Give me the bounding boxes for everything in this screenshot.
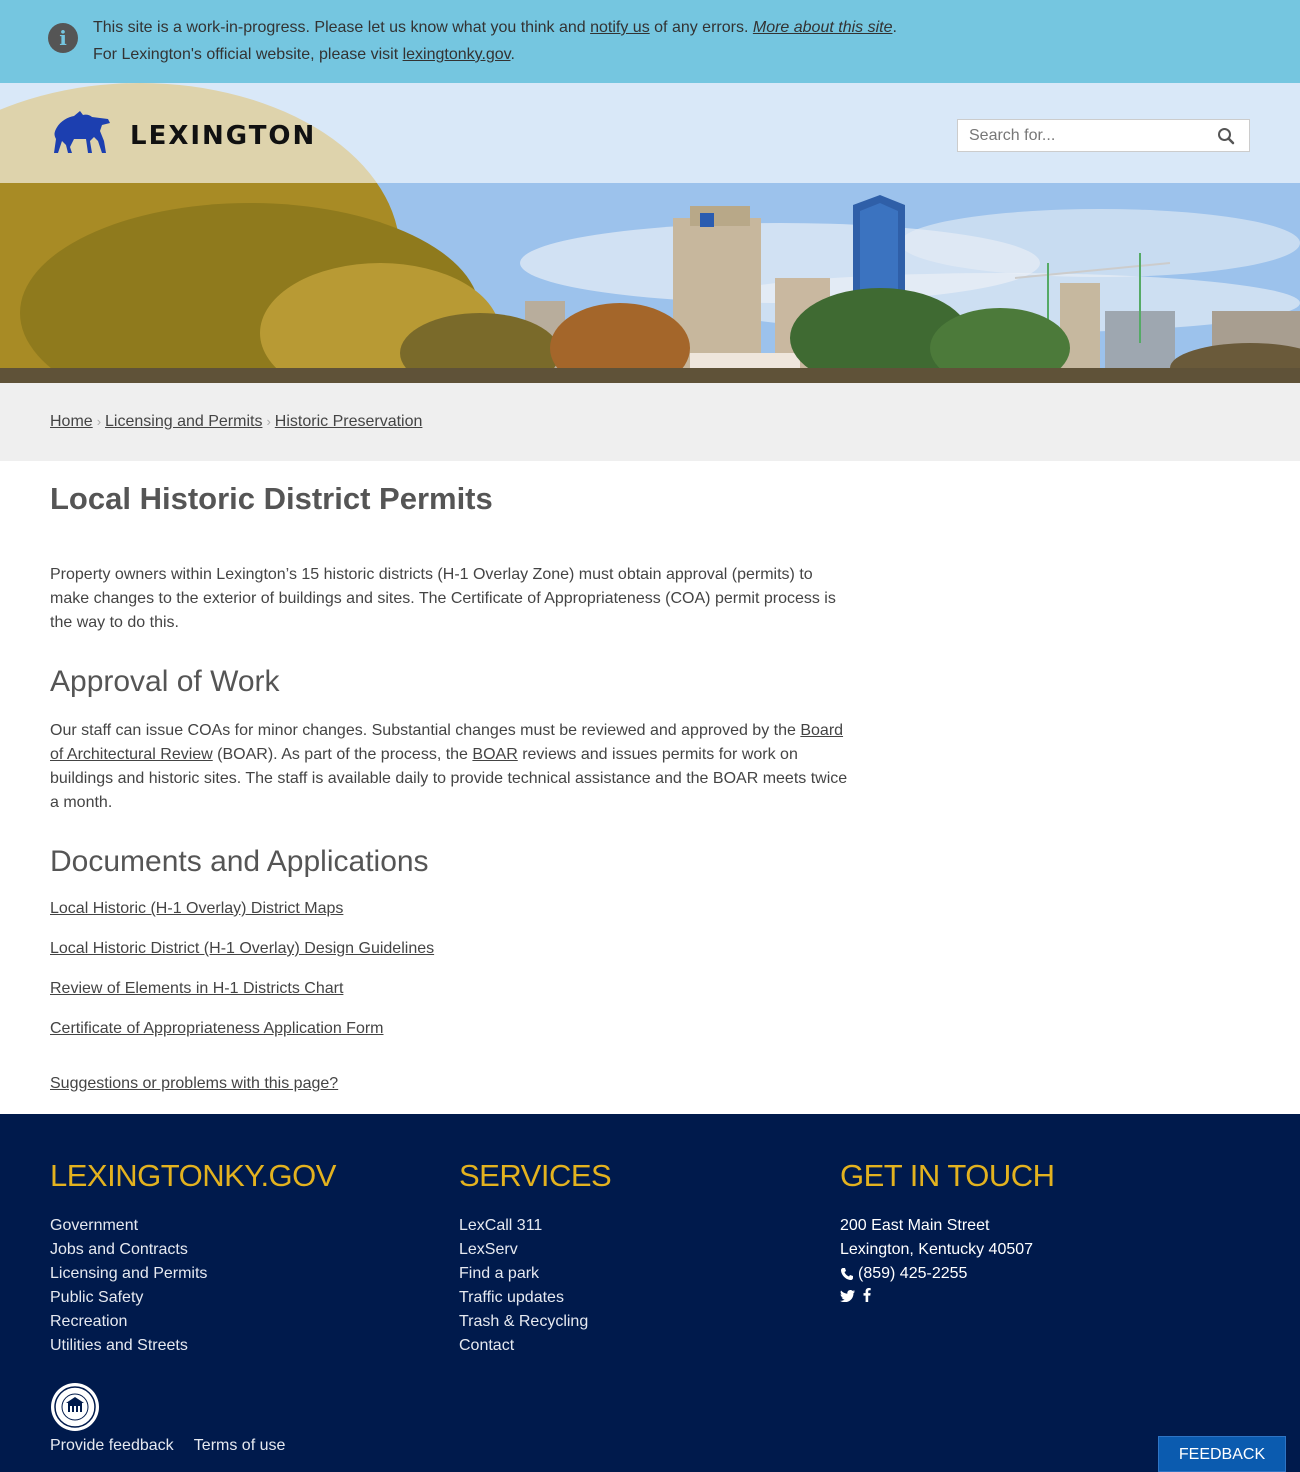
info-icon: i [48, 23, 78, 53]
footer-link-contact[interactable]: Contact [459, 1334, 611, 1358]
footer-link-licensing-and-permits[interactable]: Licensing and Permits [50, 1262, 336, 1286]
contact-info: 200 East Main Street Lexington, Kentucky… [840, 1214, 1054, 1310]
documents-heading: Documents and Applications [50, 845, 429, 878]
alert-text: . [510, 46, 515, 63]
phone-icon [841, 1268, 853, 1280]
alert-banner: i This site is a work-in-progress. Pleas… [0, 0, 1300, 83]
breadcrumb-bar: Home › Licensing and Permits › Historic Pres… [0, 383, 1300, 461]
lexington-logo[interactable]: LEXINGTON [50, 107, 314, 159]
footer-bottom-links: Provide feedback Terms of use [50, 1437, 301, 1455]
county-seal-icon [51, 1383, 99, 1431]
footer-link-jobs-and-contracts[interactable]: Jobs and Contracts [50, 1238, 336, 1262]
list-item: Local Historic (H-1 Overlay) District Ma… [50, 900, 434, 940]
alert-line-2: For Lexington's official website, please… [93, 46, 515, 64]
footer-link-lexserv[interactable]: LexServ [459, 1238, 611, 1262]
address-line-1: 200 East Main Street [840, 1217, 990, 1234]
provide-feedback-link[interactable]: Provide feedback [50, 1437, 174, 1454]
paragraph-text: (BOAR). As part of the process, the [212, 746, 473, 763]
footer-link-government[interactable]: Government [50, 1214, 336, 1238]
search-box [957, 119, 1250, 152]
facebook-icon[interactable] [863, 1286, 871, 1310]
footer-link-find-a-park[interactable]: Find a park [459, 1262, 611, 1286]
social-links [840, 1286, 1054, 1310]
notify-us-link[interactable]: notify us [590, 19, 650, 36]
footer-column-get-in-touch: GET IN TOUCH 200 East Main Street Lexing… [840, 1158, 1055, 1310]
alert-text: This site is a work-in-progress. Please … [93, 19, 591, 36]
twitter-icon[interactable] [840, 1286, 855, 1310]
more-about-site-link[interactable]: More about this site [753, 19, 893, 36]
breadcrumb-licensing-and-permits[interactable]: Licensing and Permits [105, 413, 262, 430]
terms-of-use-link[interactable]: Terms of use [194, 1437, 286, 1454]
lexingtonky-gov-link[interactable]: lexingtonky.gov [403, 46, 511, 63]
search-input[interactable] [958, 120, 1208, 151]
phone-number[interactable]: (859) 425-2255 [858, 1262, 967, 1286]
feedback-button[interactable]: FEEDBACK [1158, 1436, 1286, 1472]
review-elements-chart-link[interactable]: Review of Elements in H-1 Districts Char… [50, 980, 343, 997]
breadcrumb-separator: › [266, 414, 271, 429]
paragraph-text: Our staff can issue COAs for minor chang… [50, 722, 801, 739]
breadcrumb-historic-preservation[interactable]: Historic Preservation [275, 413, 423, 430]
alert-text: of any errors. [649, 19, 753, 36]
approval-heading: Approval of Work [50, 665, 280, 698]
address-line-2: Lexington, Kentucky 40507 [840, 1241, 1034, 1258]
search-icon[interactable] [1217, 127, 1235, 145]
footer-link-trash-recycling[interactable]: Trash & Recycling [459, 1310, 611, 1334]
intro-paragraph: Property owners within Lexington’s 15 hi… [50, 566, 836, 631]
footer-column-services: SERVICES LexCall 311 LexServ Find a park… [459, 1158, 612, 1358]
breadcrumb-home[interactable]: Home [50, 413, 93, 430]
logo-wordmark: LEXINGTON [130, 121, 317, 151]
footer-column-lexingtonky: LEXINGTONKY.GOV Government Jobs and Cont… [50, 1158, 336, 1358]
list-item: Local Historic District (H-1 Overlay) De… [50, 940, 434, 980]
footer-heading-services: SERVICES [459, 1158, 612, 1193]
page-title: Local Historic District Permits [50, 481, 493, 516]
footer-link-utilities-and-streets[interactable]: Utilities and Streets [50, 1334, 336, 1358]
design-guidelines-link[interactable]: Local Historic District (H-1 Overlay) De… [50, 940, 434, 957]
documents-list: Local Historic (H-1 Overlay) District Ma… [50, 900, 434, 1060]
list-item: Certificate of Appropriateness Applicati… [50, 1020, 434, 1060]
boar-link[interactable]: BOAR [472, 746, 517, 763]
suggestions-link[interactable]: Suggestions or problems with this page? [50, 1075, 338, 1093]
footer-link-public-safety[interactable]: Public Safety [50, 1286, 336, 1310]
phone-row: (859) 425-2255 [840, 1262, 1054, 1286]
alert-text: For Lexington's official website, please… [93, 46, 403, 63]
approval-paragraph: Our staff can issue COAs for minor chang… [50, 719, 850, 815]
footer: LEXINGTONKY.GOV Government Jobs and Cont… [0, 1114, 1300, 1472]
alert-text: . [892, 19, 897, 36]
coa-application-form-link[interactable]: Certificate of Appropriateness Applicati… [50, 1020, 384, 1037]
district-maps-link[interactable]: Local Historic (H-1 Overlay) District Ma… [50, 900, 343, 917]
hero-banner: LEXINGTON [0, 83, 1300, 383]
breadcrumb-separator: › [96, 414, 102, 429]
footer-heading-get-in-touch: GET IN TOUCH [840, 1158, 1055, 1193]
horse-icon [54, 111, 110, 153]
footer-link-recreation[interactable]: Recreation [50, 1310, 336, 1334]
alert-line-1: This site is a work-in-progress. Please … [93, 19, 897, 37]
footer-link-traffic-updates[interactable]: Traffic updates [459, 1286, 611, 1310]
footer-link-lexcall-311[interactable]: LexCall 311 [459, 1214, 611, 1238]
breadcrumb: Home › Licensing and Permits › Historic Pres… [50, 413, 422, 431]
footer-heading-lexingtonky: LEXINGTONKY.GOV [50, 1158, 336, 1193]
list-item: Review of Elements in H-1 Districts Char… [50, 980, 434, 1020]
